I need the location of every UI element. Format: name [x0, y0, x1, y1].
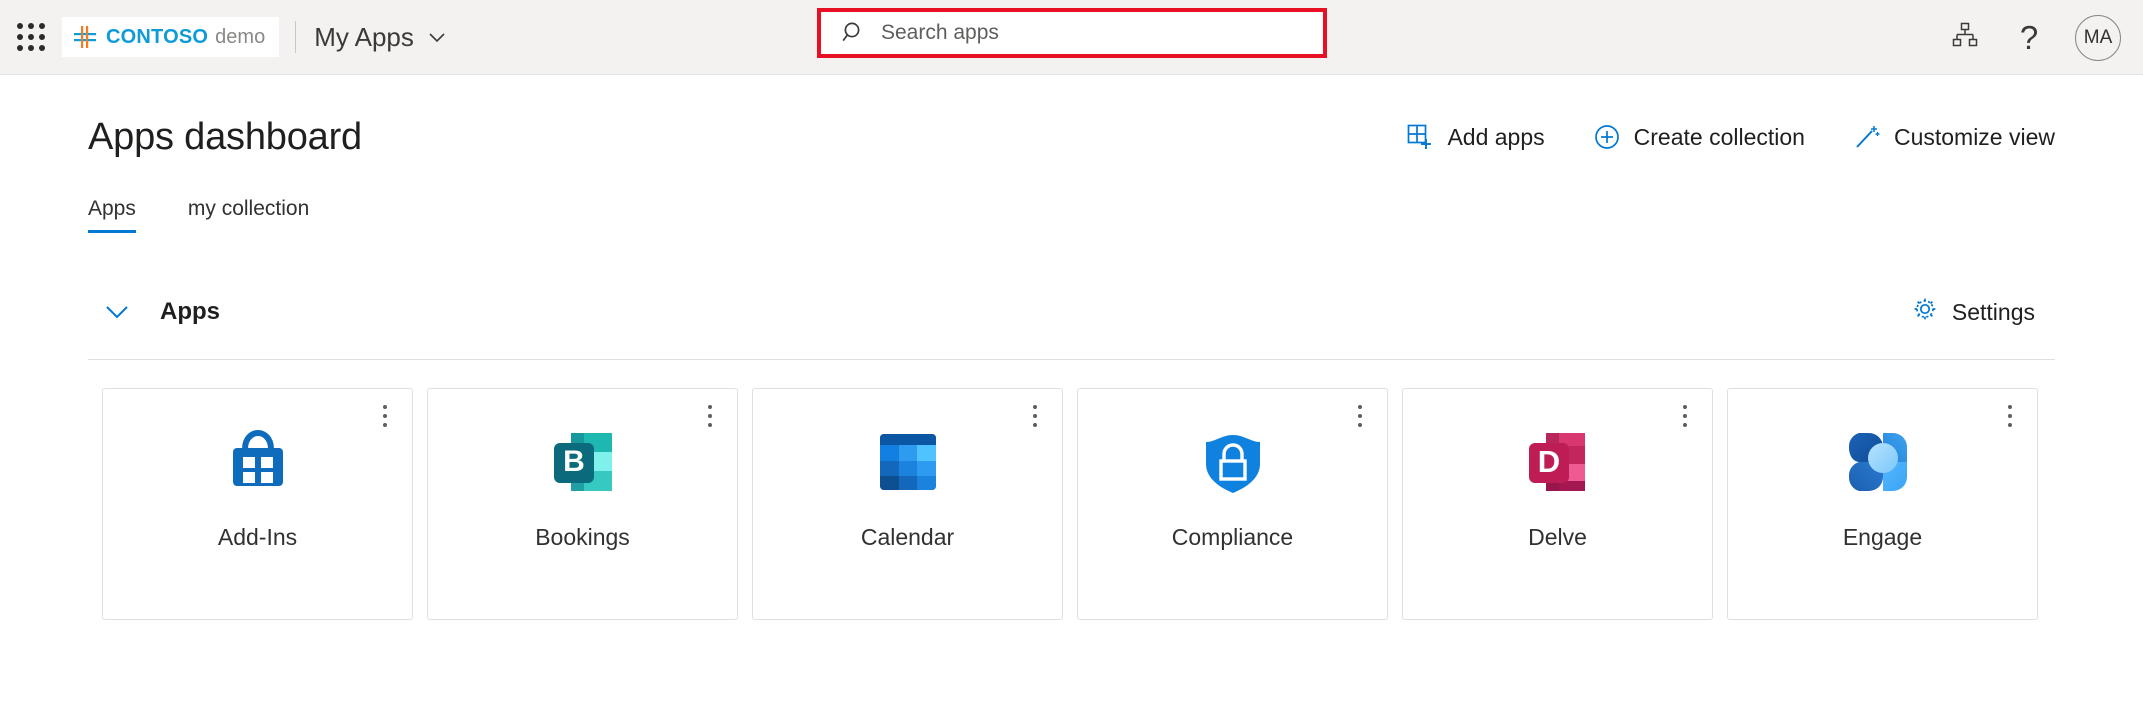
- settings-label: Settings: [1951, 298, 2035, 325]
- add-apps-label: Add apps: [1447, 123, 1545, 150]
- svg-text:B: B: [563, 445, 585, 478]
- delve-icon: D: [1518, 422, 1598, 502]
- search-input[interactable]: [881, 21, 1281, 45]
- create-collection-label: Create collection: [1633, 123, 1805, 150]
- app-card-label: Compliance: [1171, 524, 1294, 550]
- app-card-label: Engage: [1842, 524, 1923, 550]
- svg-text:D: D: [1537, 444, 1559, 479]
- add-apps-grid-plus-icon: [1406, 123, 1434, 151]
- more-options-icon[interactable]: [1997, 399, 2023, 433]
- apps-card-grid: Add-Ins B Bookings Calendar Compliance D…: [88, 388, 2055, 620]
- page-title: Apps dashboard: [88, 115, 362, 158]
- org-hierarchy-icon: [1950, 20, 1980, 55]
- search-icon: [841, 20, 867, 46]
- tab-apps-label: Apps: [88, 197, 136, 220]
- app-card-delve[interactable]: D Delve: [1402, 388, 1713, 620]
- more-options-icon[interactable]: [1672, 399, 1698, 433]
- apps-section-left: Apps: [102, 298, 220, 326]
- tab-my-collection[interactable]: my collection: [188, 197, 309, 233]
- app-card-engage[interactable]: Engage: [1727, 388, 2038, 620]
- tab-bar: Apps my collection: [88, 185, 2055, 233]
- chevron-down-icon[interactable]: [102, 302, 132, 322]
- more-options-icon[interactable]: [1022, 399, 1048, 433]
- app-launcher-button[interactable]: [0, 0, 62, 75]
- app-card-compliance[interactable]: Compliance: [1077, 388, 1388, 620]
- settings-button[interactable]: Settings: [1911, 295, 2035, 329]
- add-apps-button[interactable]: Add apps: [1406, 123, 1545, 151]
- app-card-add-ins[interactable]: Add-Ins: [102, 388, 413, 620]
- gear-icon: [1911, 295, 1939, 329]
- engage-petals-icon: [1843, 422, 1923, 502]
- more-options-icon[interactable]: [372, 399, 398, 433]
- contoso-logo-icon: [72, 24, 98, 50]
- chevron-down-icon: [426, 26, 448, 48]
- app-card-label: Bookings: [535, 524, 630, 550]
- help-icon: ?: [2019, 19, 2039, 56]
- tab-my-collection-label: my collection: [187, 197, 310, 220]
- avatar-initials: MA: [2083, 26, 2113, 48]
- search-box[interactable]: [821, 12, 1323, 54]
- app-card-calendar[interactable]: Calendar: [752, 388, 1063, 620]
- apps-section-header: Apps Settings: [88, 295, 2055, 329]
- circle-plus-icon: [1593, 123, 1621, 151]
- shield-lock-icon: [1193, 422, 1273, 502]
- apps-section-title: Apps: [160, 298, 220, 325]
- magic-wand-icon: [1853, 123, 1881, 151]
- brand-logo[interactable]: CONTOSO demo: [62, 17, 280, 57]
- title-row: Apps dashboard Add apps Create collectio…: [88, 75, 2055, 158]
- customize-view-label: Customize view: [1893, 123, 2055, 150]
- avatar[interactable]: MA: [2075, 14, 2121, 61]
- app-card-label: Delve: [1528, 524, 1587, 550]
- search-highlight-box: [817, 8, 1327, 58]
- help-button[interactable]: ?: [1997, 0, 2061, 75]
- bookings-icon: B: [543, 422, 623, 502]
- calendar-grid-icon: [868, 422, 948, 502]
- page-body: Apps dashboard Add apps Create collectio…: [0, 75, 2143, 620]
- tab-apps[interactable]: Apps: [88, 197, 136, 233]
- more-options-icon[interactable]: [697, 399, 723, 433]
- top-header-bar: CONTOSO demo My Apps Search apps ? MA: [0, 0, 2143, 75]
- header-divider: [295, 21, 297, 53]
- section-divider: [88, 359, 2055, 360]
- app-card-bookings[interactable]: B Bookings: [427, 388, 738, 620]
- brand-subname: demo: [215, 25, 266, 48]
- addins-store-bag-icon: [218, 422, 298, 502]
- my-apps-label: My Apps: [314, 21, 414, 52]
- page-actions: Add apps Create collection Customize vie…: [1406, 123, 2055, 151]
- brand-name: CONTOSO: [106, 25, 209, 48]
- app-card-label: Calendar: [860, 524, 955, 550]
- org-hierarchy-button[interactable]: [1933, 0, 1997, 75]
- app-card-label: Add-Ins: [217, 524, 298, 550]
- more-options-icon[interactable]: [1347, 399, 1373, 433]
- app-launcher-waffle-icon: [17, 23, 45, 51]
- header-right-actions: ? MA: [1933, 0, 2143, 75]
- my-apps-menu[interactable]: My Apps: [314, 22, 448, 53]
- customize-view-button[interactable]: Customize view: [1853, 123, 2055, 151]
- create-collection-button[interactable]: Create collection: [1593, 123, 1805, 151]
